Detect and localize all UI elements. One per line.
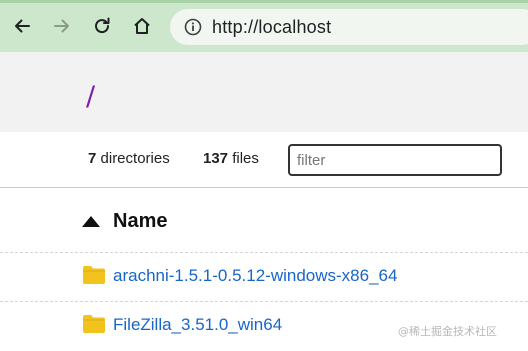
name-column-label: Name — [113, 210, 168, 232]
back-arrow-icon — [15, 19, 30, 33]
folder-icon — [83, 315, 105, 333]
folder-link[interactable]: FileZilla_3.51.0_win64 — [113, 315, 282, 335]
filter-input[interactable] — [288, 144, 502, 176]
reload-button[interactable] — [87, 11, 117, 41]
directory-count-label: directories — [100, 150, 170, 167]
file-count: 137 files — [203, 150, 259, 167]
directory-count-number: 7 — [88, 150, 97, 167]
folder-icon — [83, 266, 105, 284]
directory-count: 7 directories — [88, 150, 170, 167]
folder-link[interactable]: arachni-1.5.1-0.5.12-windows-x86_64 — [113, 266, 397, 286]
name-column-header[interactable]: Name — [0, 189, 528, 253]
info-icon[interactable] — [184, 18, 202, 36]
watermark: @稀土掘金技术社区 — [398, 325, 497, 338]
home-button[interactable] — [127, 11, 157, 41]
file-count-label: files — [232, 150, 259, 167]
file-count-number: 137 — [203, 150, 229, 167]
listing-summary: 7 directories 137 files — [0, 132, 528, 188]
forward-button[interactable] — [47, 11, 77, 41]
page-header: / — [0, 52, 528, 132]
forward-arrow-icon — [54, 19, 69, 33]
browser-toolbar: http://localhost — [0, 0, 528, 52]
list-item: arachni-1.5.1-0.5.12-windows-x86_64 — [0, 253, 528, 302]
breadcrumb-root[interactable]: / — [86, 81, 95, 112]
address-bar[interactable]: http://localhost — [170, 9, 528, 45]
sort-ascending-icon — [82, 216, 100, 227]
reload-icon — [95, 17, 110, 34]
back-button[interactable] — [7, 11, 37, 41]
url-text[interactable]: http://localhost — [212, 17, 331, 38]
home-icon — [134, 18, 150, 34]
